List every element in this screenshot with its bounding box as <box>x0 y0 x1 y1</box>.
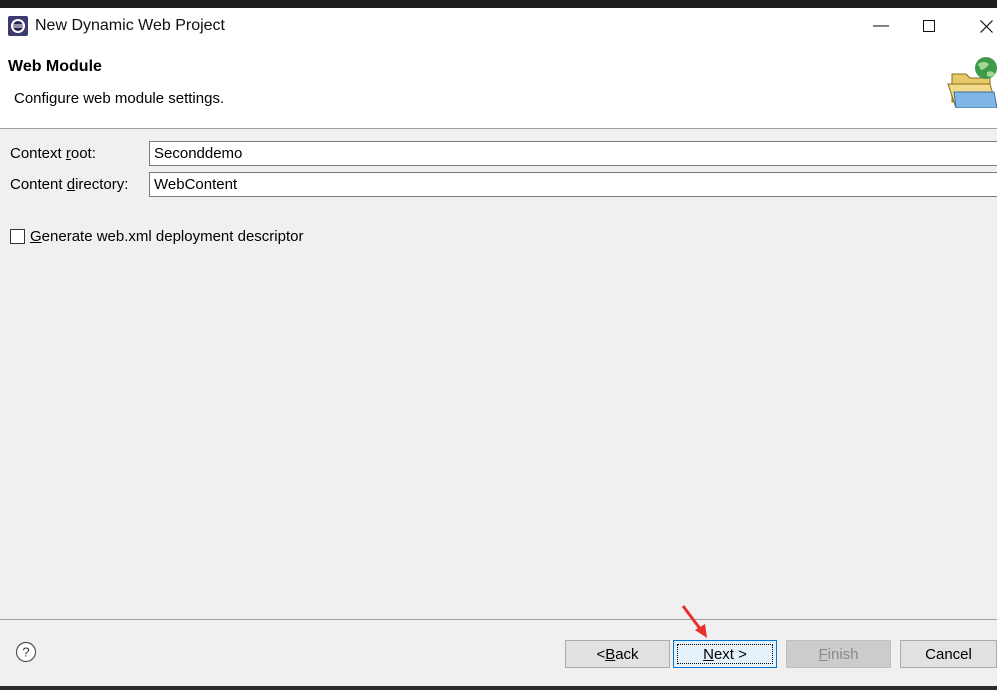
generate-descriptor-option[interactable]: Generate web.xml deployment descriptor <box>10 228 303 245</box>
generate-descriptor-label: Generate web.xml deployment descriptor <box>30 228 304 245</box>
content-directory-input[interactable] <box>149 172 997 197</box>
content-directory-label: Content directory: <box>10 176 129 193</box>
focus-ring <box>677 644 773 664</box>
close-button[interactable] <box>963 8 997 44</box>
context-root-label: Context root: <box>10 145 96 162</box>
close-icon <box>979 19 993 33</box>
footer-separator <box>0 619 997 620</box>
maximize-button[interactable] <box>906 8 952 44</box>
maximize-icon <box>923 20 935 32</box>
help-icon[interactable]: ? <box>15 641 37 663</box>
svg-text:?: ? <box>22 645 29 660</box>
finish-button[interactable]: Finish <box>786 640 891 668</box>
eclipse-app-icon <box>8 16 28 36</box>
background-menu-bar <box>0 0 997 8</box>
window-title: New Dynamic Web Project <box>35 17 225 34</box>
page-title: Web Module <box>8 58 102 75</box>
title-bar: New Dynamic Web Project — <box>0 8 997 44</box>
wizard-header: Web Module Configure web module settings… <box>0 44 997 129</box>
back-button[interactable]: < Back <box>565 640 670 668</box>
annotation-arrow-icon <box>681 605 707 638</box>
cancel-button[interactable]: Cancel <box>900 640 997 668</box>
context-root-input[interactable] <box>149 141 997 166</box>
next-button[interactable]: Next > <box>673 640 777 668</box>
taskbar-strip <box>0 686 997 690</box>
minimize-button[interactable]: — <box>858 8 904 44</box>
generate-descriptor-checkbox[interactable] <box>10 229 25 244</box>
web-project-folder-icon <box>947 57 997 108</box>
page-description: Configure web module settings. <box>14 90 225 107</box>
minimize-icon: — <box>873 17 889 34</box>
